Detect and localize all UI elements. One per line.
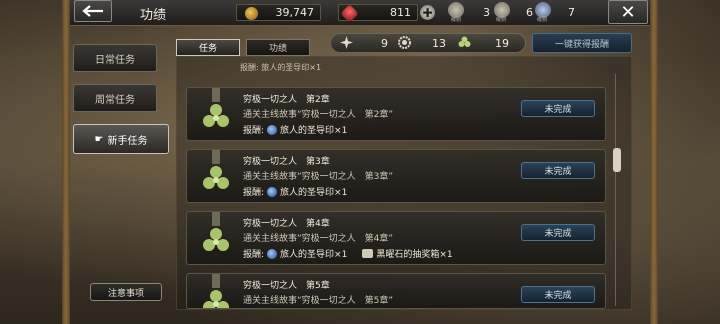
sidebar-item-label: 周常任务 <box>95 94 135 106</box>
red-gem-icon <box>340 4 359 23</box>
resource-label-2: 级别 <box>496 17 507 23</box>
clover-medal-icon <box>203 212 229 251</box>
gem-counter: 811 <box>338 4 418 23</box>
gold-value: 39,747 <box>275 6 315 19</box>
reward-label: 报酬: <box>243 250 265 260</box>
quest-description: 通关主线故事“穷极一切之人 第5章” <box>243 296 394 306</box>
quest-card: 穷极一切之人 第3章 通关主线故事“穷极一切之人 第3章” 报酬: 旅人的圣导印… <box>186 149 606 203</box>
clover-medal-icon <box>203 88 229 127</box>
sidebar-item-label: 新手任务 <box>107 135 148 147</box>
notice-label: 注意事项 <box>107 288 144 299</box>
reward-label: 报酬: <box>243 188 265 198</box>
reward-item: 旅人的圣导印×1 <box>280 126 348 136</box>
quest-card: 穷极一切之人 第2章 通关主线故事“穷极一切之人 第2章” 报酬: 旅人的圣导印… <box>186 87 606 141</box>
quest-reward: 报酬: 旅人的圣导印×1 <box>243 185 347 198</box>
claim-all-button[interactable]: 一键获得报酬 <box>532 33 632 53</box>
status-label: 未完成 <box>544 291 572 301</box>
tab-label: 任务 <box>198 44 217 54</box>
gold-counter: 39,747 <box>236 4 321 21</box>
quest-title: 穷极一切之人 第2章 <box>243 95 330 105</box>
quest-scrollbar[interactable] <box>615 74 623 306</box>
tab-tasks[interactable]: 任务 <box>176 39 240 56</box>
close-icon: ✕ <box>620 1 636 23</box>
sidebar-item-daily[interactable]: 日常任务 <box>73 44 157 72</box>
seal-icon <box>398 36 411 49</box>
page-title: 功绩 <box>140 8 167 23</box>
quest-description: 通关主线故事“穷极一切之人 第3章” <box>243 172 394 182</box>
resource-value-3: 7 <box>568 6 575 19</box>
add-gem-button[interactable]: ✚ <box>420 5 435 20</box>
clover-icon <box>458 36 471 47</box>
resource-label-1: 级别 <box>451 17 462 23</box>
quest-description: 通关主线故事“穷极一切之人 第2章” <box>243 110 394 120</box>
clover-medal-icon <box>203 150 229 189</box>
quest-title: 穷极一切之人 第5章 <box>243 281 330 291</box>
reward-item: 旅人的圣导印×1 <box>280 250 348 260</box>
quest-reward: 报酬: 旅人的圣导印×1 黑曜石的抽奖箱×1 <box>243 247 453 260</box>
gem-value: 811 <box>390 6 411 19</box>
quest-description: 通关主线故事“穷极一切之人 第4章” <box>243 234 394 244</box>
stat-value-seal: 13 <box>432 37 446 50</box>
status-label: 未完成 <box>544 167 572 177</box>
chest-reward-icon <box>362 249 374 258</box>
quest-card: 穷极一切之人 第5章 通关主线故事“穷极一切之人 第5章” 未完成 <box>186 273 606 309</box>
close-button[interactable]: ✕ <box>608 0 648 24</box>
status-button[interactable]: 未完成 <box>521 162 595 179</box>
stat-value-crest: 9 <box>381 37 388 50</box>
seal-reward-icon <box>267 248 278 259</box>
quest-card: 穷极一切之人 第4章 通关主线故事“穷极一切之人 第4章” 报酬: 旅人的圣导印… <box>186 211 606 265</box>
resource-label-3: 级别 <box>537 17 548 23</box>
resource-value-2: 6 <box>526 6 533 19</box>
status-button[interactable]: 未完成 <box>521 100 595 117</box>
back-button[interactable] <box>74 0 112 22</box>
scroll-thumb[interactable] <box>613 148 621 172</box>
reward-label: 报酬: <box>243 126 265 136</box>
notice-button[interactable]: 注意事项 <box>90 283 162 301</box>
seal-reward-icon <box>267 124 278 135</box>
quest-reward: 报酬: 旅人的圣导印×1 <box>243 123 347 136</box>
stat-value-clover: 19 <box>495 37 509 50</box>
sidebar-item-weekly[interactable]: 周常任务 <box>73 84 157 112</box>
clover-medal-icon <box>203 274 229 308</box>
reward-item: 旅人的圣导印×1 <box>280 188 348 198</box>
status-button[interactable]: 未完成 <box>521 286 595 303</box>
status-label: 未完成 <box>544 105 572 115</box>
tab-merits[interactable]: 功绩 <box>246 39 310 56</box>
resource-value-1: 3 <box>483 6 490 19</box>
partial-quest-reward: 报酬: 旅人的圣导印×1 <box>240 63 322 72</box>
right-frame-border <box>650 0 658 324</box>
pointing-hand-icon: ☛ <box>94 133 104 145</box>
back-arrow-icon <box>82 5 103 17</box>
sidebar-item-label: 日常任务 <box>95 54 135 66</box>
sidebar-item-beginner[interactable]: ☛ 新手任务 <box>73 124 169 154</box>
quest-title: 穷极一切之人 第3章 <box>243 157 330 167</box>
reward-item: 黑曜石的抽奖箱×1 <box>376 250 453 260</box>
status-label: 未完成 <box>544 229 572 239</box>
status-button[interactable]: 未完成 <box>521 224 595 241</box>
gold-coin-icon <box>245 7 258 20</box>
seal-reward-icon <box>267 186 278 197</box>
claim-all-label: 一键获得报酬 <box>554 39 609 50</box>
left-frame-border <box>62 0 70 324</box>
crest-icon <box>340 36 353 49</box>
quest-title: 穷极一切之人 第4章 <box>243 219 330 229</box>
tab-label: 功绩 <box>268 44 287 54</box>
